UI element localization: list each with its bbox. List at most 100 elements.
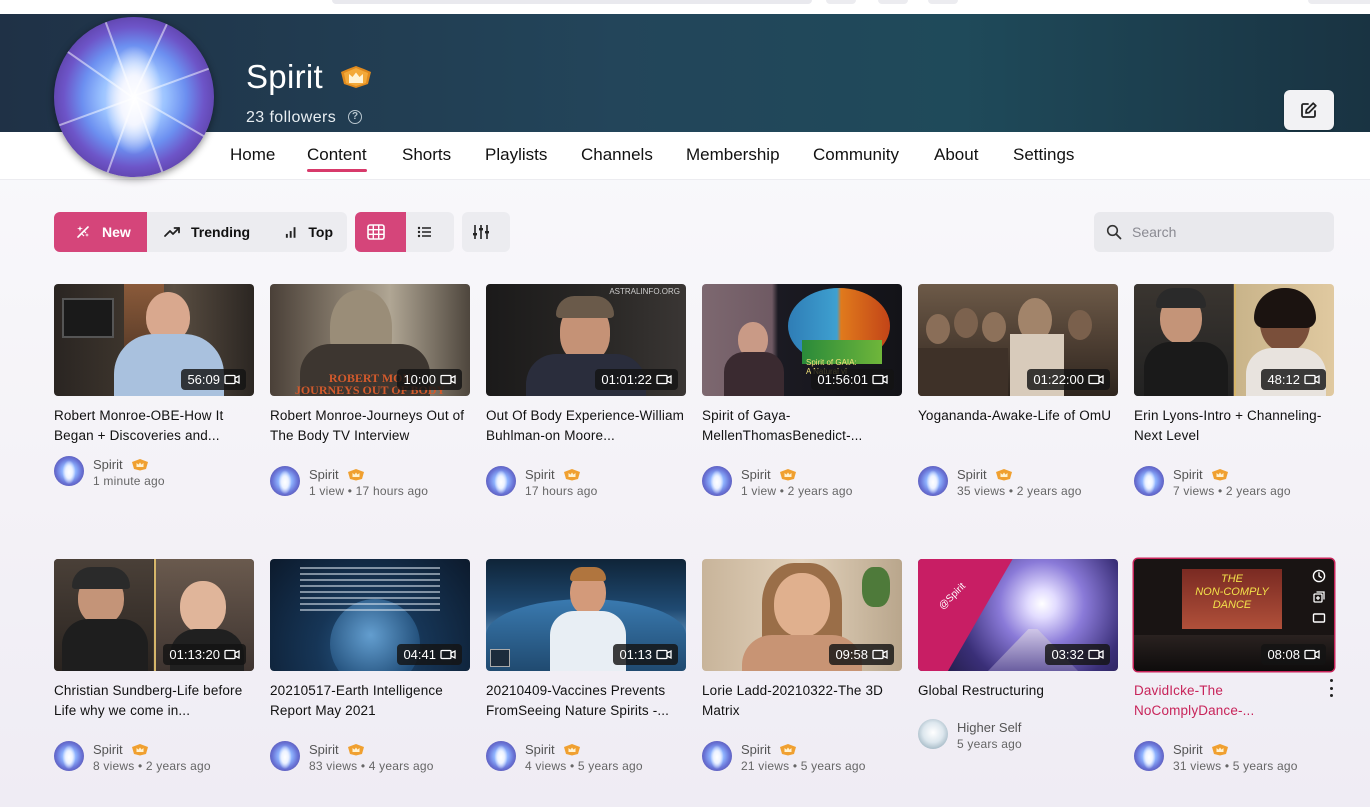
video-thumbnail[interactable]: 01:13: [486, 559, 686, 671]
top-icon-button[interactable]: [878, 0, 908, 4]
tab-content[interactable]: Content: [307, 145, 367, 172]
author-name[interactable]: Spirit: [1173, 467, 1203, 482]
video-card[interactable]: 01:13 20210409-Vaccines Prevents FromSee…: [486, 559, 686, 781]
video-card[interactable]: 01:22:00 Yogananda-Awake-Life of OmU Spi…: [918, 284, 1118, 506]
author-name[interactable]: Spirit: [93, 457, 123, 472]
author-name[interactable]: Spirit: [957, 467, 987, 482]
video-meta: Spirit 1 view • 17 hours ago: [270, 466, 470, 506]
video-title[interactable]: Global Restructuring: [918, 681, 1118, 721]
video-card[interactable]: 01:13:20 Christian Sundberg-Life before …: [54, 559, 254, 781]
tab-settings[interactable]: Settings: [1013, 145, 1074, 165]
author-avatar[interactable]: [54, 741, 84, 771]
author-avatar[interactable]: [54, 456, 84, 486]
video-card[interactable]: 48:12 Erin Lyons-Intro + Channeling-Next…: [1134, 284, 1334, 506]
video-card[interactable]: ROBERT MON JOURNEYS OUT OF BODY 10:00 Ro…: [270, 284, 470, 506]
author-avatar[interactable]: [486, 741, 516, 771]
author-avatar[interactable]: [486, 466, 516, 496]
video-card[interactable]: ASTRALINFO.ORG 01:01:22 Out Of Body Expe…: [486, 284, 686, 506]
sort-new-button[interactable]: New: [54, 212, 147, 252]
video-card[interactable]: 04:41 20210517-Earth Intelligence Report…: [270, 559, 470, 781]
list-view-button[interactable]: [406, 212, 454, 252]
video-thumbnail[interactable]: 04:41: [270, 559, 470, 671]
add-to-playlist-icon[interactable]: [1312, 590, 1326, 604]
top-search-bar[interactable]: [332, 0, 812, 4]
author-avatar[interactable]: [270, 741, 300, 771]
fullscreen-icon[interactable]: [1312, 611, 1326, 625]
sort-trending-button[interactable]: Trending: [147, 212, 265, 252]
top-icon-button[interactable]: [928, 0, 958, 4]
video-card[interactable]: 56:09 Robert Monroe-OBE-How It Began + D…: [54, 284, 254, 496]
video-thumbnail[interactable]: 01:22:00: [918, 284, 1118, 396]
author-name[interactable]: Spirit: [741, 467, 771, 482]
video-title[interactable]: Out Of Body Experience-William Buhlman-o…: [486, 406, 686, 446]
video-thumbnail[interactable]: ASTRALINFO.ORG 01:01:22: [486, 284, 686, 396]
video-card[interactable]: Spirit of GAIA: A Natural vi 01:56:01 Sp…: [702, 284, 902, 506]
author-name[interactable]: Spirit: [1173, 742, 1203, 757]
top-app-bar: [0, 0, 1370, 14]
author-avatar[interactable]: [1134, 741, 1164, 771]
video-meta: Higher Self 5 years ago: [918, 719, 1118, 759]
followers-count: 23 followers: [246, 109, 337, 126]
hover-actions: [1312, 569, 1326, 625]
author-avatar[interactable]: [270, 466, 300, 496]
search-input[interactable]: Search: [1094, 212, 1334, 252]
author-name[interactable]: Spirit: [309, 742, 339, 757]
grid-view-button[interactable]: [355, 212, 406, 252]
top-account-button[interactable]: [1308, 0, 1370, 4]
video-camera-icon: [872, 374, 888, 385]
video-thumbnail[interactable]: 48:12: [1134, 284, 1334, 396]
sort-top-button[interactable]: Top: [265, 212, 347, 252]
video-meta: Spirit 8 views • 2 years ago: [54, 741, 254, 781]
channel-tabs: Home Content Shorts Playlists Channels M…: [0, 132, 1370, 180]
help-icon[interactable]: ?: [348, 110, 362, 124]
video-title[interactable]: Lorie Ladd-20210322-The 3D Matrix: [702, 681, 902, 721]
tab-shorts[interactable]: Shorts: [402, 145, 451, 165]
filter-button-inner[interactable]: [462, 212, 510, 252]
channel-avatar[interactable]: [54, 17, 214, 177]
author-avatar[interactable]: [702, 741, 732, 771]
author-name[interactable]: Spirit: [93, 742, 123, 757]
author-name[interactable]: Spirit: [741, 742, 771, 757]
watch-later-icon[interactable]: [1312, 569, 1326, 583]
author-name[interactable]: Spirit: [309, 467, 339, 482]
video-title[interactable]: DavidIcke-The NoComplyDance-...: [1134, 681, 1334, 721]
author-avatar[interactable]: [702, 466, 732, 496]
video-thumbnail[interactable]: THE NON-COMPLY DANCE 08:08: [1134, 559, 1334, 671]
author-avatar[interactable]: [1134, 466, 1164, 496]
author-avatar[interactable]: [918, 719, 948, 749]
crown-icon: [131, 744, 148, 756]
video-thumbnail[interactable]: 09:58: [702, 559, 902, 671]
more-options-icon[interactable]: [1327, 679, 1335, 697]
author-name[interactable]: Higher Self: [957, 720, 1021, 735]
tab-membership[interactable]: Membership: [686, 145, 780, 165]
edit-channel-button[interactable]: [1284, 90, 1334, 130]
tab-home[interactable]: Home: [230, 145, 275, 165]
search-icon: [1106, 224, 1122, 240]
filter-button[interactable]: [462, 212, 510, 252]
video-card[interactable]: THE NON-COMPLY DANCE 08:08 DavidIcke-The…: [1134, 559, 1334, 781]
author-name[interactable]: Spirit: [525, 742, 555, 757]
tab-channels[interactable]: Channels: [581, 145, 653, 165]
author-name[interactable]: Spirit: [525, 467, 555, 482]
video-title[interactable]: 20210409-Vaccines Prevents FromSeeing Na…: [486, 681, 686, 721]
video-title[interactable]: 20210517-Earth Intelligence Report May 2…: [270, 681, 470, 721]
video-title[interactable]: Robert Monroe-Journeys Out of The Body T…: [270, 406, 470, 446]
video-card[interactable]: 09:58 Lorie Ladd-20210322-The 3D Matrix …: [702, 559, 902, 781]
video-thumbnail[interactable]: 56:09: [54, 284, 254, 396]
video-thumbnail[interactable]: Spirit of GAIA: A Natural vi 01:56:01: [702, 284, 902, 396]
video-meta: Spirit 35 views • 2 years ago: [918, 466, 1118, 506]
tab-community[interactable]: Community: [813, 145, 899, 165]
video-card[interactable]: @Spirit 03:32 Global Restructuring Highe…: [918, 559, 1118, 759]
tab-about[interactable]: About: [934, 145, 978, 165]
video-title[interactable]: Spirit of Gaya-MellenThomasBenedict-...: [702, 406, 902, 446]
tab-playlists[interactable]: Playlists: [485, 145, 547, 165]
video-title[interactable]: Yogananda-Awake-Life of OmU: [918, 406, 1118, 446]
video-title[interactable]: Erin Lyons-Intro + Channeling-Next Level: [1134, 406, 1334, 446]
top-icon-button[interactable]: [826, 0, 856, 4]
video-thumbnail[interactable]: ROBERT MON JOURNEYS OUT OF BODY 10:00: [270, 284, 470, 396]
author-avatar[interactable]: [918, 466, 948, 496]
video-thumbnail[interactable]: 01:13:20: [54, 559, 254, 671]
video-title[interactable]: Christian Sundberg-Life before Life why …: [54, 681, 254, 721]
video-thumbnail[interactable]: @Spirit 03:32: [918, 559, 1118, 671]
video-title[interactable]: Robert Monroe-OBE-How It Began + Discove…: [54, 406, 254, 446]
